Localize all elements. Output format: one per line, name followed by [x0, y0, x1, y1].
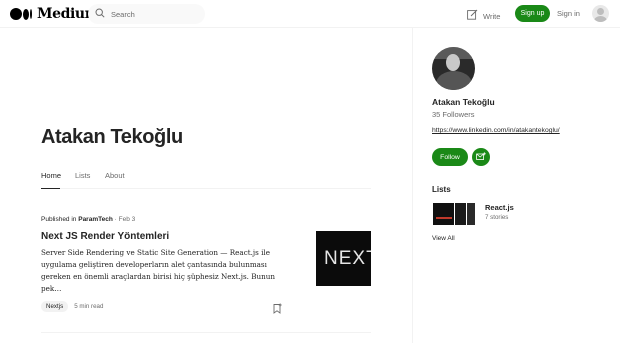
- article-meta: Nextjs 5 min read: [41, 301, 103, 312]
- thumbnail-text: NEXT.: [324, 248, 371, 269]
- write-icon: [467, 7, 478, 25]
- subscribe-button[interactable]: [472, 148, 490, 166]
- article-tag[interactable]: Nextjs: [41, 301, 69, 312]
- article-date: Feb 3: [118, 216, 136, 223]
- followers-count[interactable]: 35 Followers: [432, 110, 475, 119]
- published-prefix: Published in: [41, 216, 77, 223]
- follow-button[interactable]: Follow: [432, 148, 468, 166]
- separator: ·: [114, 216, 117, 223]
- article-divider: [41, 332, 371, 333]
- tab-home[interactable]: Home: [41, 171, 61, 180]
- tab-about[interactable]: About: [105, 171, 125, 180]
- sidebar-profile-name: Atakan Tekoğlu: [432, 97, 495, 107]
- top-navigation-bar: Medium Search Write Sign up Sign in: [0, 0, 620, 28]
- mail-plus-icon: [476, 148, 486, 166]
- article-title[interactable]: Next JS Render Yöntemleri: [41, 231, 169, 242]
- lists-heading: Lists: [432, 185, 451, 194]
- search-icon: [95, 5, 105, 23]
- read-time: 5 min read: [74, 303, 104, 310]
- sign-up-button[interactable]: Sign up: [515, 5, 550, 22]
- medium-logo[interactable]: Medium: [10, 6, 100, 22]
- search-placeholder: Search: [111, 9, 135, 19]
- active-tab-indicator: [41, 188, 60, 189]
- article-published-info: Published in ParamTech · Feb 3: [41, 216, 135, 223]
- article-excerpt[interactable]: Server Side Rendering ve Static Site Gen…: [41, 247, 291, 295]
- profile-link[interactable]: https://www.linkedin.com/in/atakantekogl…: [432, 127, 560, 134]
- search-input[interactable]: Search: [88, 4, 205, 24]
- list-story-count: 7 stories: [485, 214, 509, 221]
- article-thumbnail[interactable]: NEXT.: [316, 231, 371, 286]
- profile-tabs: Home Lists About: [41, 170, 371, 189]
- bookmark-add-icon[interactable]: [272, 301, 283, 319]
- view-all-lists-link[interactable]: View All: [432, 235, 455, 242]
- write-label: Write: [483, 11, 501, 21]
- medium-logo-icon: [10, 8, 32, 20]
- write-button[interactable]: Write: [467, 7, 500, 25]
- list-thumbnails[interactable]: [432, 202, 476, 226]
- publication-link[interactable]: ParamTech: [78, 216, 113, 223]
- profile-name: Atakan Tekoğlu: [41, 126, 183, 148]
- sign-in-link[interactable]: Sign in: [557, 9, 580, 18]
- list-title[interactable]: React.js: [485, 203, 514, 212]
- user-avatar-icon[interactable]: [592, 5, 609, 22]
- tab-lists[interactable]: Lists: [75, 171, 90, 180]
- profile-avatar: [432, 47, 475, 90]
- sidebar-divider: [412, 28, 413, 343]
